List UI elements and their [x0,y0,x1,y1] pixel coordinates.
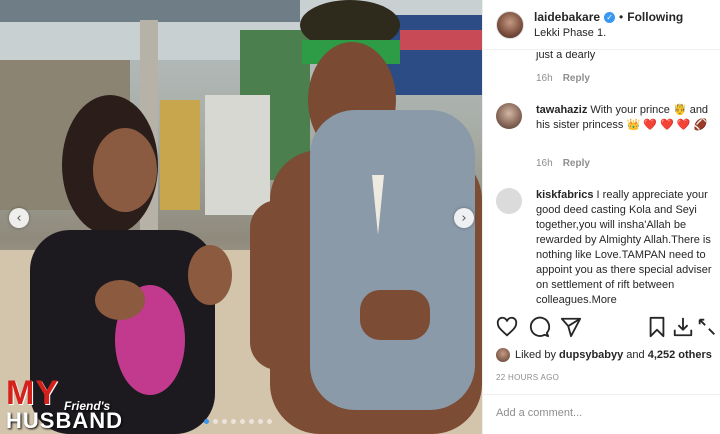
slide-dot [222,419,227,424]
commenter-username[interactable]: tawahaziz [536,104,587,116]
commenter-username[interactable]: kiskfabrics [536,189,593,201]
logo-my: MY [6,374,59,412]
comment-meta: 16h Reply [536,73,590,84]
add-comment-input[interactable] [496,407,696,419]
comments-list[interactable]: just a dearly 16h Reply tawahaziz With yo… [483,51,720,309]
verified-badge-icon: ✓ [604,11,616,23]
author-avatar[interactable] [496,10,524,39]
likes-others-link[interactable]: 4,252 others [648,349,712,361]
comment-time: 16h [536,158,553,169]
liker-username[interactable]: dupsybabyy [559,349,623,361]
logo-friends: Friend's [64,399,111,413]
following-button[interactable]: Following [627,10,683,24]
next-slide-button[interactable]: › [454,208,474,228]
author-username[interactable]: laidebakare [534,10,600,24]
comment-fragment: just a dearly [536,51,596,61]
comment-item: tawahaziz With your prince 🤴 and his sis… [496,103,718,133]
slide-dot [249,419,254,424]
logo-husband: HUSBAND [6,408,123,433]
post-viewer: ‹ › MY Friend's HUSBAND laidebakare ✓ • … [0,0,720,434]
movie-logo: MY Friend's HUSBAND [6,376,123,432]
share-icon[interactable] [560,316,582,338]
slide-dot [240,419,245,424]
add-comment-bar [483,394,720,434]
download-icon[interactable] [672,316,694,338]
post-header: laidebakare ✓ • Following Lekki Phase 1. [483,0,720,50]
comment-time: 16h [536,73,553,84]
reply-button[interactable]: Reply [563,158,590,169]
media-photo [0,0,482,434]
slide-dot [213,419,218,424]
comment-icon[interactable] [528,316,550,338]
post-location[interactable]: Lekki Phase 1. [534,27,683,39]
comment-meta: 16h Reply [536,158,590,169]
post-date[interactable]: 22 HOURS AGO [496,373,559,382]
likes-summary: Liked by dupsybabyy and 4,252 others [496,348,712,362]
heart-icon[interactable] [496,316,518,338]
likes-connector: and [626,349,645,361]
slide-dot [258,419,263,424]
chevron-left-icon: ‹ [16,210,22,226]
bookmark-icon[interactable] [646,316,668,338]
liker-avatar [496,348,510,362]
post-media[interactable]: ‹ › MY Friend's HUSBAND [0,0,482,434]
reply-button[interactable]: Reply [563,73,590,84]
commenter-avatar[interactable] [496,188,522,214]
header-separator: • [619,10,624,24]
slide-indicator [204,419,272,424]
comment-item: kiskfabrics I really appreciate your goo… [496,188,718,308]
slide-dot [231,419,236,424]
previous-slide-button[interactable]: ‹ [9,208,29,228]
likes-prefix: Liked by [515,349,556,361]
post-sidebar: laidebakare ✓ • Following Lekki Phase 1.… [482,0,720,434]
action-bar [496,316,716,342]
chevron-right-icon: › [461,210,467,226]
commenter-avatar[interactable] [496,103,522,129]
expand-icon[interactable] [696,316,718,338]
comment-text: I really appreciate your good deed casti… [536,189,712,306]
slide-dot [204,419,209,424]
slide-dot [267,419,272,424]
